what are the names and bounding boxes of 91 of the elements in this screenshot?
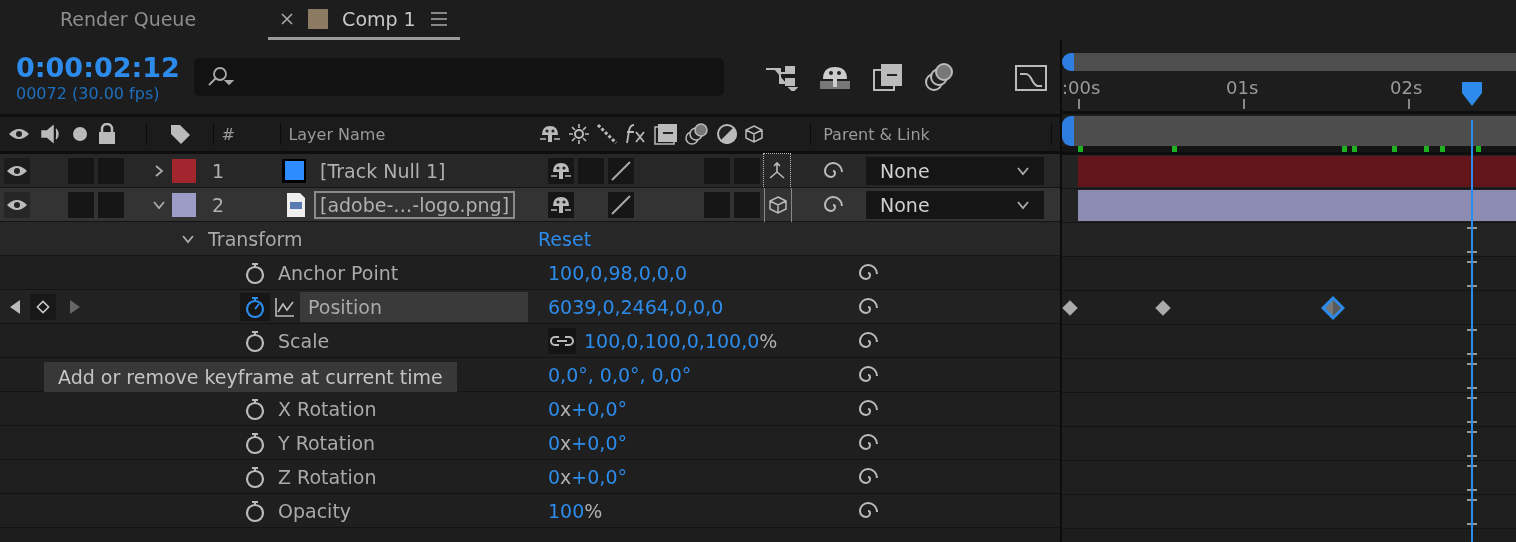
layer-number: 2 [212, 193, 225, 216]
search-icon [206, 66, 234, 88]
motion-blur-toggle[interactable] [734, 191, 760, 218]
property-value[interactable]: 0x+0,0° [548, 431, 627, 454]
property-value[interactable]: 100,0,100,0,100,0% [584, 329, 778, 352]
layer-number: 1 [212, 159, 225, 182]
property-label: Scale [278, 329, 330, 352]
panel-tab[interactable]: Comp 1 [268, 0, 460, 40]
lock-icon [98, 123, 116, 145]
sun-icon [568, 123, 591, 145]
tooltip: Add or remove keyframe at current time [44, 362, 457, 392]
ruler-label: 02s [1390, 77, 1423, 98]
property-value[interactable]: 0x+0,0° [548, 397, 627, 420]
stopwatch-icon[interactable] [244, 328, 266, 353]
property-value[interactable]: 6039,0,2464,0,0,0 [548, 295, 724, 318]
stopwatch-icon[interactable] [244, 430, 266, 455]
eye-icon[interactable] [8, 127, 30, 141]
three-d-toggle[interactable] [764, 187, 792, 222]
property-value[interactable]: 100% [548, 499, 603, 522]
property-label: Y Rotation [278, 431, 376, 454]
layer-name[interactable]: [adobe-…-logo.png] [314, 190, 516, 219]
previous-keyframe-icon[interactable] [8, 298, 22, 315]
stopwatch-icon[interactable] [244, 260, 266, 285]
add-keyframe-button[interactable] [30, 293, 56, 320]
eye-icon[interactable] [6, 197, 28, 212]
visibility-toggle[interactable] [4, 191, 30, 218]
solo-toggle[interactable] [68, 191, 94, 218]
property-label-highlight[interactable]: Position [300, 291, 528, 322]
adjustment-toggle[interactable] [704, 191, 730, 218]
link-icon [550, 333, 574, 348]
tag-icon [168, 123, 191, 145]
close-icon[interactable] [280, 11, 295, 26]
stopwatch-icon[interactable] [244, 396, 266, 421]
property-value[interactable]: 0x+0,0° [548, 465, 627, 488]
property-label: Position [308, 295, 382, 318]
eye-icon[interactable] [6, 163, 28, 178]
dot-icon [72, 126, 88, 142]
property-value[interactable]: 0,0°, 0,0°, 0,0° [548, 363, 692, 386]
frame-count: 00072 (30.00 fps) [16, 83, 161, 103]
playhead-handle[interactable] [1461, 81, 1483, 107]
column-header: # [221, 124, 235, 144]
parent-select[interactable]: None [866, 156, 1044, 185]
label-swatch[interactable] [172, 158, 196, 183]
property-label: Opacity [278, 499, 352, 522]
search-field[interactable] [194, 58, 724, 96]
transform-row[interactable]: Transform Reset [0, 222, 1060, 256]
property-value[interactable]: 100,0,98,0,0,0 [548, 261, 687, 284]
quality-toggle[interactable] [608, 191, 634, 218]
menu-icon[interactable] [429, 10, 448, 27]
ruler-label: 01s [1226, 77, 1259, 98]
label-swatch[interactable] [172, 192, 196, 217]
column-header: Parent & Link [823, 124, 930, 144]
property-label: X Rotation [278, 397, 377, 420]
next-keyframe-icon[interactable] [68, 298, 82, 315]
ruler-label: :00s [1062, 77, 1101, 98]
image-file-icon [286, 191, 306, 218]
speaker-icon [40, 123, 62, 145]
null-source-icon [282, 158, 306, 183]
lock-toggle[interactable] [98, 191, 124, 218]
cube-icon[interactable] [744, 124, 765, 144]
graph-icon[interactable] [274, 295, 296, 318]
constrain-proportions-button[interactable] [548, 327, 576, 354]
column-header: Layer Name [288, 124, 386, 144]
current-timecode[interactable]: 0:00:02:12 [16, 51, 194, 84]
panel-tab[interactable]: Render Queue [48, 0, 209, 40]
motion-blur-icon[interactable] [924, 62, 956, 92]
three-d-toggle[interactable] [764, 153, 790, 188]
property-label: Anchor Point [278, 261, 399, 284]
visibility-toggle[interactable] [4, 157, 30, 184]
reset-link[interactable]: Reset [538, 227, 592, 250]
stopwatch-icon[interactable] [244, 464, 266, 489]
parent-select[interactable]: None [866, 190, 1044, 219]
group-label: Transform [208, 227, 303, 250]
graph-editor-icon[interactable] [1014, 62, 1048, 92]
stopwatch-icon[interactable] [244, 498, 266, 523]
frame-blending-icon[interactable] [872, 62, 904, 92]
film-icon [654, 123, 679, 145]
circles-icon [684, 122, 711, 146]
layer-row[interactable]: 1 [Track Null 1] None [0, 154, 1060, 188]
shy-switch-icon[interactable] [538, 124, 563, 144]
stopwatch-icon[interactable] [244, 294, 266, 319]
axes-icon[interactable] [767, 160, 787, 181]
property-label: Z Rotation [278, 465, 377, 488]
cube-icon[interactable] [768, 194, 788, 215]
layer-row[interactable]: 2 [adobe-…-logo.png] None [0, 188, 1060, 222]
diamond-icon [35, 298, 51, 315]
half-circle-icon [716, 123, 739, 145]
property-row[interactable]: Position 6039,0,2464,0,0,0 [0, 290, 1060, 324]
flowchart-icon[interactable] [764, 63, 798, 91]
quality-toggle[interactable] [608, 157, 634, 184]
layer-name[interactable]: [Track Null 1] [314, 156, 452, 185]
